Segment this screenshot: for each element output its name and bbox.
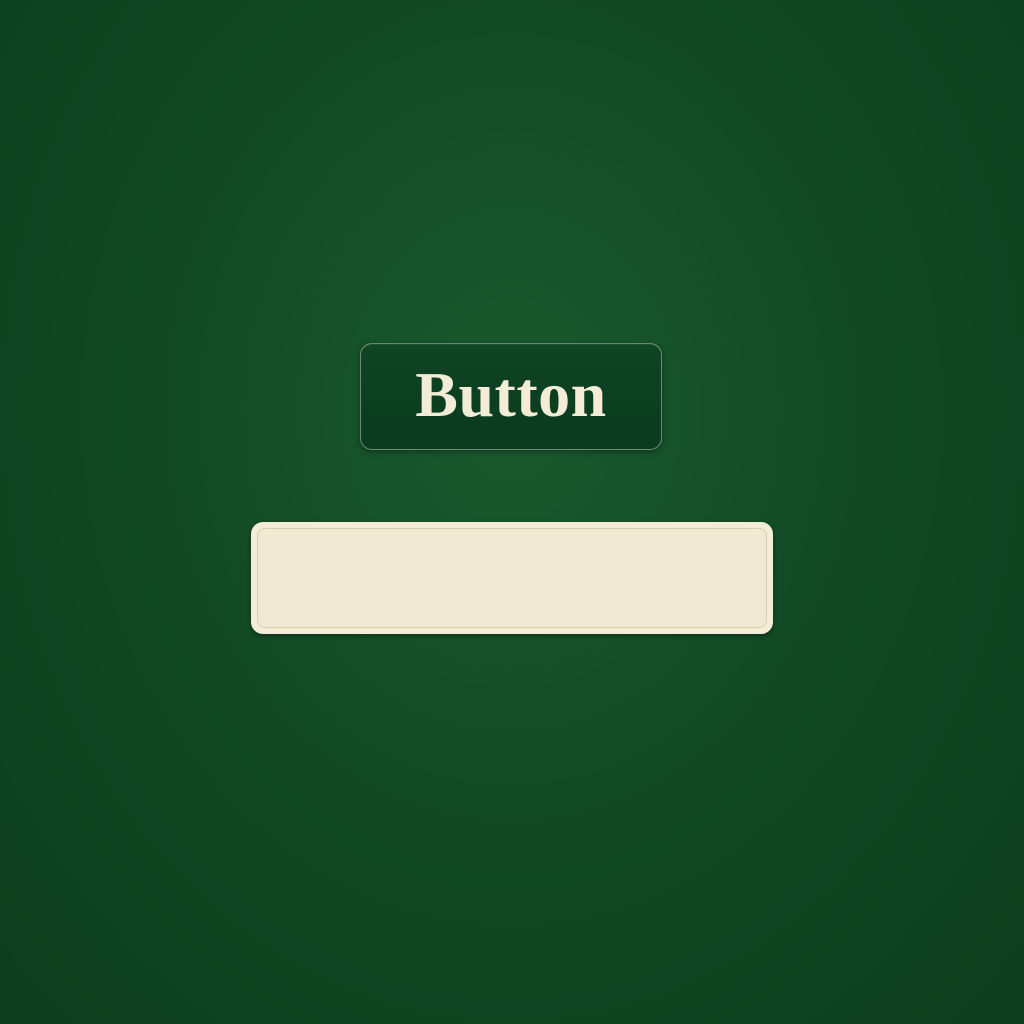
primary-button[interactable]: Button xyxy=(360,343,662,450)
canvas: Button xyxy=(0,0,1024,1024)
primary-button-label: Button xyxy=(415,358,607,430)
text-field-input[interactable] xyxy=(257,528,767,628)
text-field-frame xyxy=(251,522,773,634)
